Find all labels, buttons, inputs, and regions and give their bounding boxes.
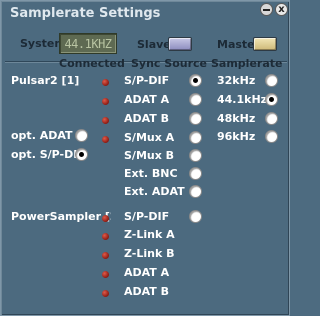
samplerate-label: 44.1kHz xyxy=(217,93,268,106)
powersampler-device-label: PowerSampler [2] xyxy=(11,210,111,223)
sync-source-label: ADAT A xyxy=(124,266,170,279)
system-samplerate-display: 44.1KHZ xyxy=(59,33,117,54)
sync-source-label: Z-Link B xyxy=(124,247,175,260)
ps-sync-source-radio-spdif[interactable] xyxy=(189,210,202,223)
connected-led xyxy=(102,271,109,278)
connected-led xyxy=(102,117,109,124)
connected-led xyxy=(102,290,109,297)
connected-led xyxy=(102,79,109,86)
connected-led xyxy=(102,136,109,143)
sync-source-radio-ext-adat[interactable] xyxy=(189,185,202,198)
opt-spdif-radio[interactable] xyxy=(75,148,88,161)
connected-led xyxy=(102,252,109,259)
samplerate-header: Samplerate xyxy=(211,57,283,70)
connected-led xyxy=(102,215,109,222)
sync-source-radio-smux-b[interactable] xyxy=(189,149,202,162)
pulsar-device-label: Pulsar2 [1] xyxy=(11,74,80,87)
sync-source-label: S/Mux B xyxy=(124,149,175,162)
samplerate-label: 96kHz xyxy=(217,130,256,143)
slave-label: Slave xyxy=(137,38,171,51)
slave-button[interactable] xyxy=(168,37,192,51)
samplerate-settings-window: Samplerate Settings x System 44.1KHZ Sla… xyxy=(0,0,290,316)
opt-adat-radio[interactable] xyxy=(75,129,88,142)
samplerate-radio-44-1khz[interactable] xyxy=(265,93,278,106)
close-button[interactable]: x xyxy=(275,3,288,16)
sync-source-header: Sync Source xyxy=(131,57,207,70)
master-button[interactable] xyxy=(253,37,277,51)
sync-source-radio-spdif[interactable] xyxy=(189,74,202,87)
sync-source-label: ADAT B xyxy=(124,285,170,298)
samplerate-label: 32kHz xyxy=(217,74,256,87)
sync-source-radio-adat-b[interactable] xyxy=(189,112,202,125)
sync-source-label: ADAT B xyxy=(124,112,170,125)
sync-source-label: Ext. BNC xyxy=(124,167,178,180)
sync-source-label: S/P-DIF xyxy=(124,74,170,87)
sync-source-label: Ext. ADAT xyxy=(124,185,185,198)
sync-source-radio-adat-a[interactable] xyxy=(189,93,202,106)
opt-spdif-label: opt. S/P-DIF xyxy=(11,148,85,161)
minimize-button[interactable] xyxy=(260,3,273,16)
window-title: Samplerate Settings xyxy=(10,6,161,21)
connected-led xyxy=(102,233,109,240)
samplerate-radio-32khz[interactable] xyxy=(265,74,278,87)
connected-header: Connected xyxy=(59,57,125,70)
samplerate-radio-48khz[interactable] xyxy=(265,112,278,125)
connected-led xyxy=(102,98,109,105)
samplerate-radio-96khz[interactable] xyxy=(265,130,278,143)
opt-adat-label: opt. ADAT xyxy=(11,129,73,142)
sync-source-label: ADAT A xyxy=(124,93,170,106)
sync-source-label: Z-Link A xyxy=(124,228,175,241)
sync-source-radio-smux-a[interactable] xyxy=(189,131,202,144)
samplerate-label: 48kHz xyxy=(217,112,256,125)
sync-source-radio-ext-bnc[interactable] xyxy=(189,167,202,180)
sync-source-label: S/P-DIF xyxy=(124,210,170,223)
sync-source-label: S/Mux A xyxy=(124,131,175,144)
